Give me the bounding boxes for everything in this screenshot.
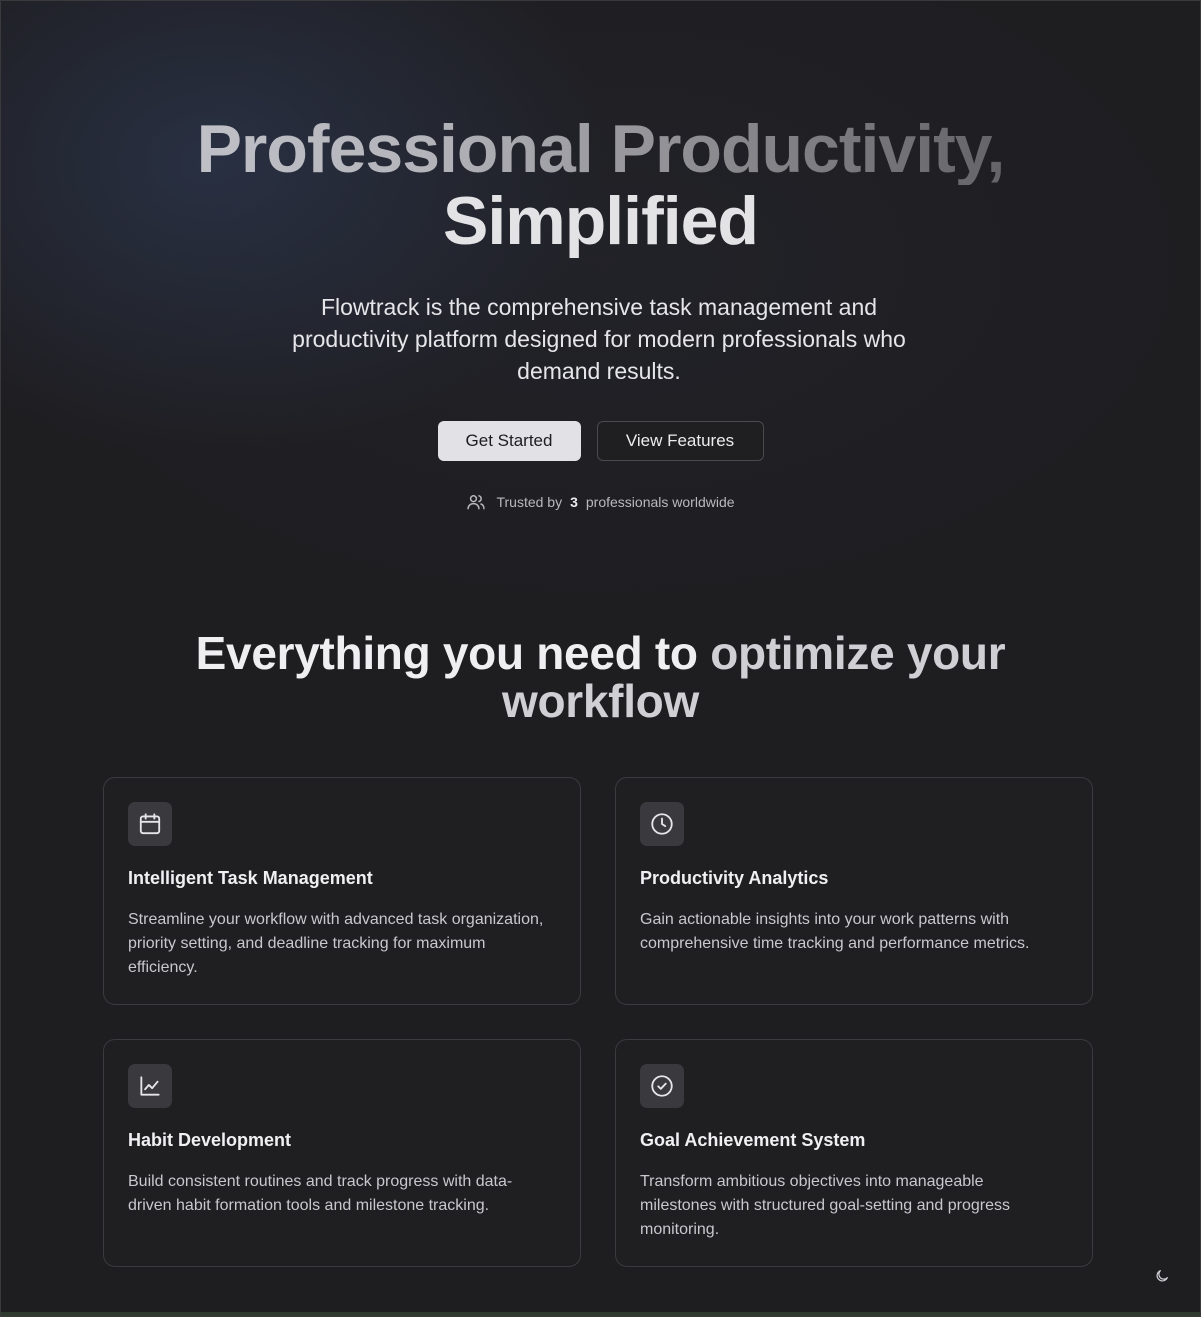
feature-icon-box [128, 802, 172, 846]
feature-card-analytics: Productivity Analytics Gain actionable i… [615, 777, 1093, 1005]
hero-title: Professional Productivity, Simplified [1, 113, 1200, 257]
feature-card-description: Gain actionable insights into your work … [640, 911, 1030, 952]
feature-card-title: Habit Development [128, 1130, 292, 1150]
trusted-by-line: Trusted by 3 professionals worldwide [1, 492, 1200, 512]
feature-icon-box [640, 1064, 684, 1108]
clock-icon [651, 813, 673, 835]
moon-icon [1156, 1270, 1168, 1282]
view-features-button[interactable]: View Features [596, 421, 764, 461]
feature-card-task-management: Intelligent Task Management Streamline y… [103, 777, 581, 1005]
features-title-part1: Everything you need to [195, 627, 698, 679]
feature-card-title: Productivity Analytics [640, 868, 829, 888]
bottom-strip [1, 1312, 1200, 1316]
feature-card-description: Transform ambitious objectives into mana… [640, 1173, 1010, 1238]
feature-card-habit-development: Habit Development Build consistent routi… [103, 1039, 581, 1267]
features-title-part3: workflow [502, 675, 699, 727]
features-title: Everything you need to optimize your wor… [1, 629, 1200, 725]
calendar-icon [139, 813, 161, 835]
feature-card-description: Build consistent routines and track prog… [128, 1173, 513, 1214]
feature-icon-box [640, 802, 684, 846]
theme-toggle-button[interactable] [1151, 1265, 1173, 1287]
hero-subtitle: Flowtrack is the comprehensive task mana… [292, 294, 906, 384]
trusted-suffix: professionals worldwide [585, 494, 735, 510]
hero-cta-row: Get Started View Features [1, 421, 1200, 461]
users-icon [467, 495, 486, 510]
feature-card-goal-achievement: Goal Achievement System Transform ambiti… [615, 1039, 1093, 1267]
trusted-prefix: Trusted by [496, 494, 563, 510]
line-chart-icon [140, 1076, 160, 1096]
landing-page: Professional Productivity, Simplified Fl… [0, 0, 1201, 1317]
feature-icon-box [128, 1064, 172, 1108]
feature-card-title: Goal Achievement System [640, 1130, 866, 1150]
hero-title-line2: Simplified [443, 183, 759, 259]
features-title-part2: optimize your [710, 627, 1006, 679]
get-started-button[interactable]: Get Started [437, 421, 581, 461]
trusted-count: 3 [570, 494, 578, 510]
check-circle-icon [651, 1075, 673, 1097]
feature-card-title: Intelligent Task Management [128, 868, 373, 888]
hero-title-line1: Professional Productivity, [1, 113, 1200, 185]
feature-card-description: Streamline your workflow with advanced t… [128, 911, 544, 976]
